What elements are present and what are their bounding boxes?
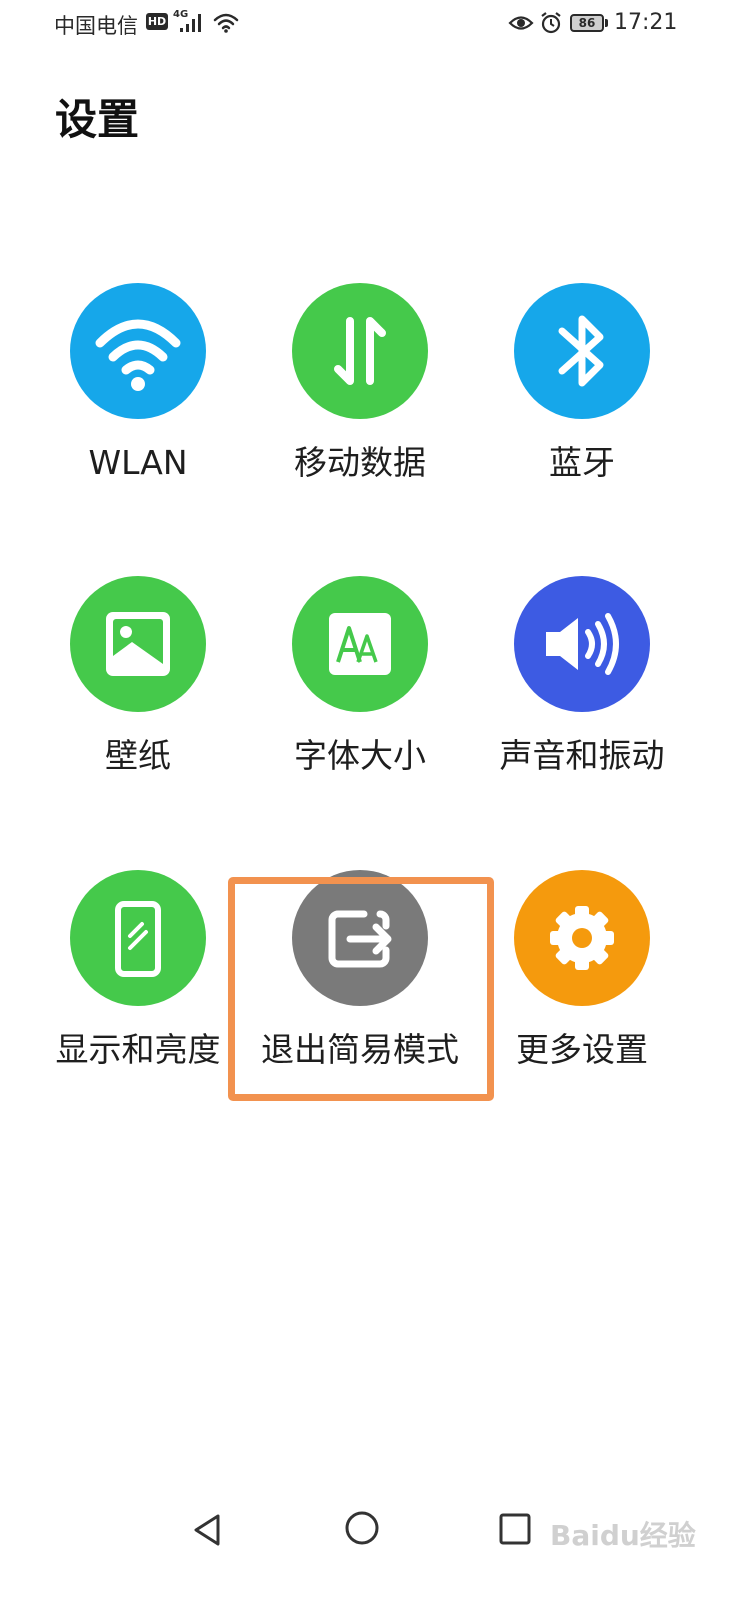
back-icon[interactable]: [188, 1510, 228, 1550]
carrier-name: 中国电信: [54, 14, 138, 38]
battery-indicator: 86: [570, 14, 604, 32]
tile-label: 声音和振动: [499, 736, 665, 775]
wallpaper-icon: [70, 576, 206, 712]
sound-icon: [514, 576, 650, 712]
home-icon[interactable]: [344, 1510, 380, 1546]
hd-badge: HD: [146, 13, 168, 30]
battery-tip: [605, 19, 608, 27]
wifi-status-icon: [213, 13, 239, 33]
page-title: 设置: [55, 95, 140, 144]
highlight-annotation-box: [228, 877, 494, 1101]
mobile-data-icon: [292, 283, 428, 419]
tile-mobile-data[interactable]: 移动数据: [240, 283, 480, 485]
tile-more-settings[interactable]: 更多设置: [462, 870, 702, 1072]
navigation-bar: Baidu经验: [0, 1490, 738, 1570]
tile-label: 显示和亮度: [55, 1030, 221, 1069]
tile-bluetooth[interactable]: 蓝牙: [462, 283, 702, 485]
font-size-icon: [292, 576, 428, 712]
tile-wlan[interactable]: WLAN: [18, 283, 258, 485]
tile-sound-vibration[interactable]: 声音和振动: [462, 576, 702, 778]
tile-label: 蓝牙: [549, 443, 615, 482]
wifi-icon: [70, 283, 206, 419]
eye-comfort-icon: [508, 16, 534, 30]
tile-label: WLAN: [88, 443, 188, 482]
tile-label: 壁纸: [105, 736, 171, 775]
bluetooth-icon: [514, 283, 650, 419]
tile-label: 字体大小: [294, 736, 426, 775]
tile-font-size[interactable]: 字体大小: [240, 576, 480, 778]
tile-display-brightness[interactable]: 显示和亮度: [18, 870, 258, 1072]
signal-icon: [180, 14, 201, 32]
tile-label: 更多设置: [516, 1030, 648, 1069]
alarm-icon: [541, 12, 561, 34]
status-bar: 中国电信 HD 4G 86 17:21: [0, 0, 738, 50]
phone-display-icon: [70, 870, 206, 1006]
recent-apps-icon[interactable]: [498, 1512, 532, 1546]
clock: 17:21: [614, 10, 678, 35]
gear-icon: [514, 870, 650, 1006]
tile-wallpaper[interactable]: 壁纸: [18, 576, 258, 778]
watermark: Baidu经验: [550, 1519, 696, 1552]
tile-label: 移动数据: [294, 443, 426, 482]
battery-level: 86: [578, 16, 596, 30]
